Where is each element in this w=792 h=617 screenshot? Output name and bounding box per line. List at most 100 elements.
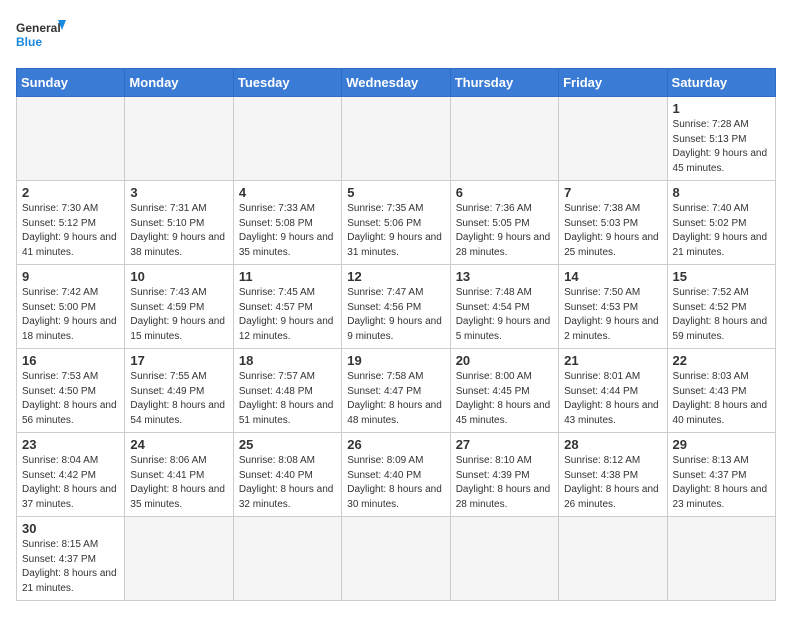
calendar-cell xyxy=(233,97,341,181)
calendar-body: 1Sunrise: 7:28 AM Sunset: 5:13 PM Daylig… xyxy=(17,97,776,601)
day-info: Sunrise: 7:36 AM Sunset: 5:05 PM Dayligh… xyxy=(456,202,553,260)
calendar-cell: 13Sunrise: 7:48 AM Sunset: 4:54 PM Dayli… xyxy=(450,265,558,349)
weekday-monday: Monday xyxy=(125,69,233,97)
day-number: 5 xyxy=(347,185,444,200)
day-info: Sunrise: 7:53 AM Sunset: 4:50 PM Dayligh… xyxy=(22,370,119,428)
calendar-cell xyxy=(342,517,450,601)
day-info: Sunrise: 7:35 AM Sunset: 5:06 PM Dayligh… xyxy=(347,202,444,260)
calendar-cell: 29 Sunrise: 8:13 AM Sunset: 4:37 PM Dayli… xyxy=(667,433,775,517)
day-info: Sunrise: 8:00 AM Sunset: 4:45 PM Dayligh… xyxy=(456,370,553,428)
day-number: 16 xyxy=(22,353,119,368)
calendar-table: SundayMondayTuesdayWednesdayThursdayFrid… xyxy=(16,68,776,601)
calendar-cell: 12 Sunrise: 7:47 AM Sunset: 4:56 PM Dayli… xyxy=(342,265,450,349)
day-number: 30 xyxy=(22,521,119,536)
day-info: Sunrise: 8:08 AM Sunset: 4:40 PM Dayligh… xyxy=(239,454,336,512)
day-number: 23 xyxy=(22,437,119,452)
calendar-cell xyxy=(450,517,558,601)
calendar-cell xyxy=(559,97,667,181)
day-number: 4 xyxy=(239,185,336,200)
day-number: 7 xyxy=(564,185,661,200)
day-info: Sunrise: 8:12 AM Sunset: 4:38 PM Dayligh… xyxy=(564,454,661,512)
calendar-cell xyxy=(125,97,233,181)
weekday-sunday: Sunday xyxy=(17,69,125,97)
day-number: 15 xyxy=(673,269,770,284)
day-info: Sunrise: 8:13 AM Sunset: 4:37 PM Dayligh… xyxy=(673,454,770,512)
calendar-week-0: 1Sunrise: 7:28 AM Sunset: 5:13 PM Daylig… xyxy=(17,97,776,181)
calendar-cell: 20 Sunrise: 8:00 AM Sunset: 4:45 PM Dayli… xyxy=(450,349,558,433)
calendar-cell: 21Sunrise: 8:01 AM Sunset: 4:44 PM Dayli… xyxy=(559,349,667,433)
weekday-saturday: Saturday xyxy=(667,69,775,97)
day-number: 28 xyxy=(564,437,661,452)
calendar-cell: 15Sunrise: 7:52 AM Sunset: 4:52 PM Dayli… xyxy=(667,265,775,349)
calendar-cell: 27 Sunrise: 8:10 AM Sunset: 4:39 PM Dayli… xyxy=(450,433,558,517)
calendar-week-3: 16 Sunrise: 7:53 AM Sunset: 4:50 PM Dayli… xyxy=(17,349,776,433)
day-number: 22 xyxy=(673,353,770,368)
day-info: Sunrise: 7:40 AM Sunset: 5:02 PM Dayligh… xyxy=(673,202,770,260)
calendar-week-4: 23 Sunrise: 8:04 AM Sunset: 4:42 PM Dayli… xyxy=(17,433,776,517)
calendar-cell: 19Sunrise: 7:58 AM Sunset: 4:47 PM Dayli… xyxy=(342,349,450,433)
day-info: Sunrise: 8:04 AM Sunset: 4:42 PM Dayligh… xyxy=(22,454,119,512)
day-info: Sunrise: 7:33 AM Sunset: 5:08 PM Dayligh… xyxy=(239,202,336,260)
day-info: Sunrise: 8:09 AM Sunset: 4:40 PM Dayligh… xyxy=(347,454,444,512)
weekday-header-row: SundayMondayTuesdayWednesdayThursdayFrid… xyxy=(17,69,776,97)
day-number: 19 xyxy=(347,353,444,368)
calendar-cell xyxy=(125,517,233,601)
calendar-cell: 17Sunrise: 7:55 AM Sunset: 4:49 PM Dayli… xyxy=(125,349,233,433)
calendar-week-2: 9 Sunrise: 7:42 AM Sunset: 5:00 PM Daylig… xyxy=(17,265,776,349)
day-info: Sunrise: 7:48 AM Sunset: 4:54 PM Dayligh… xyxy=(456,286,553,344)
calendar-cell: 25 Sunrise: 8:08 AM Sunset: 4:40 PM Dayli… xyxy=(233,433,341,517)
svg-text:Blue: Blue xyxy=(16,35,42,49)
day-number: 18 xyxy=(239,353,336,368)
day-info: Sunrise: 7:57 AM Sunset: 4:48 PM Dayligh… xyxy=(239,370,336,428)
calendar-cell: 3Sunrise: 7:31 AM Sunset: 5:10 PM Daylig… xyxy=(125,181,233,265)
svg-text:General: General xyxy=(16,21,61,35)
day-info: Sunrise: 7:38 AM Sunset: 5:03 PM Dayligh… xyxy=(564,202,661,260)
calendar-cell xyxy=(233,517,341,601)
calendar-cell: 2 Sunrise: 7:30 AM Sunset: 5:12 PM Daylig… xyxy=(17,181,125,265)
calendar-header: SundayMondayTuesdayWednesdayThursdayFrid… xyxy=(17,69,776,97)
day-info: Sunrise: 8:15 AM Sunset: 4:37 PM Dayligh… xyxy=(22,538,119,596)
calendar-cell xyxy=(559,517,667,601)
day-number: 17 xyxy=(130,353,227,368)
calendar-cell: 26Sunrise: 8:09 AM Sunset: 4:40 PM Dayli… xyxy=(342,433,450,517)
day-number: 27 xyxy=(456,437,553,452)
day-info: Sunrise: 8:01 AM Sunset: 4:44 PM Dayligh… xyxy=(564,370,661,428)
calendar-cell: 18 Sunrise: 7:57 AM Sunset: 4:48 PM Dayli… xyxy=(233,349,341,433)
day-info: Sunrise: 8:06 AM Sunset: 4:41 PM Dayligh… xyxy=(130,454,227,512)
calendar-cell: 8Sunrise: 7:40 AM Sunset: 5:02 PM Daylig… xyxy=(667,181,775,265)
calendar-cell xyxy=(667,517,775,601)
calendar-cell: 10Sunrise: 7:43 AM Sunset: 4:59 PM Dayli… xyxy=(125,265,233,349)
weekday-thursday: Thursday xyxy=(450,69,558,97)
calendar-cell xyxy=(17,97,125,181)
calendar-cell: 24Sunrise: 8:06 AM Sunset: 4:41 PM Dayli… xyxy=(125,433,233,517)
weekday-tuesday: Tuesday xyxy=(233,69,341,97)
calendar-cell: 6 Sunrise: 7:36 AM Sunset: 5:05 PM Daylig… xyxy=(450,181,558,265)
day-number: 12 xyxy=(347,269,444,284)
calendar-cell: 28 Sunrise: 8:12 AM Sunset: 4:38 PM Dayli… xyxy=(559,433,667,517)
day-number: 20 xyxy=(456,353,553,368)
day-number: 3 xyxy=(130,185,227,200)
day-info: Sunrise: 7:47 AM Sunset: 4:56 PM Dayligh… xyxy=(347,286,444,344)
day-number: 29 xyxy=(673,437,770,452)
calendar-cell: 11Sunrise: 7:45 AM Sunset: 4:57 PM Dayli… xyxy=(233,265,341,349)
calendar-cell xyxy=(450,97,558,181)
weekday-friday: Friday xyxy=(559,69,667,97)
calendar-cell: 14Sunrise: 7:50 AM Sunset: 4:53 PM Dayli… xyxy=(559,265,667,349)
calendar-cell xyxy=(342,97,450,181)
day-number: 25 xyxy=(239,437,336,452)
day-info: Sunrise: 8:03 AM Sunset: 4:43 PM Dayligh… xyxy=(673,370,770,428)
day-number: 14 xyxy=(564,269,661,284)
day-info: Sunrise: 7:30 AM Sunset: 5:12 PM Dayligh… xyxy=(22,202,119,260)
calendar-cell: 7 Sunrise: 7:38 AM Sunset: 5:03 PM Daylig… xyxy=(559,181,667,265)
day-info: Sunrise: 8:10 AM Sunset: 4:39 PM Dayligh… xyxy=(456,454,553,512)
day-number: 2 xyxy=(22,185,119,200)
calendar-cell: 30 Sunrise: 8:15 AM Sunset: 4:37 PM Dayli… xyxy=(17,517,125,601)
day-number: 6 xyxy=(456,185,553,200)
day-info: Sunrise: 7:42 AM Sunset: 5:00 PM Dayligh… xyxy=(22,286,119,344)
logo: General Blue xyxy=(16,16,66,56)
logo-svg: General Blue xyxy=(16,16,66,56)
calendar-week-5: 30 Sunrise: 8:15 AM Sunset: 4:37 PM Dayli… xyxy=(17,517,776,601)
day-number: 11 xyxy=(239,269,336,284)
calendar-week-1: 2 Sunrise: 7:30 AM Sunset: 5:12 PM Daylig… xyxy=(17,181,776,265)
day-number: 9 xyxy=(22,269,119,284)
